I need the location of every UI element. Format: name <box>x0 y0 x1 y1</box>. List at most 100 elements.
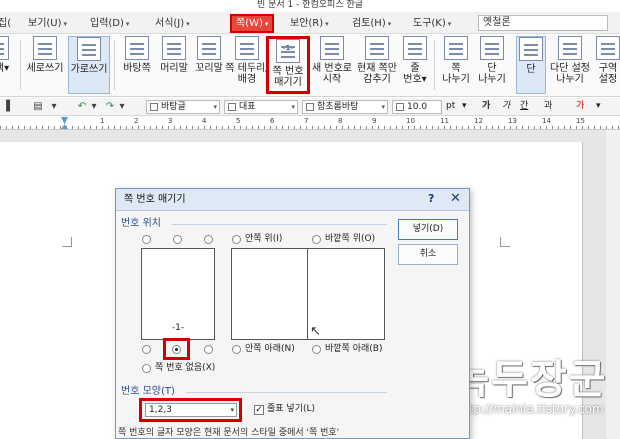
style-select[interactable]: 바탕글 ▾ <box>146 100 220 114</box>
underline-button[interactable]: 간 <box>520 100 528 113</box>
new-number-icon <box>320 36 344 60</box>
radio-left-top[interactable] <box>142 235 151 244</box>
line-number-icon <box>403 36 427 60</box>
format-toolbar: ▌ ▤ ▾ ↶ ▾ ↷ ▾ 바탕글 ▾ 대표 ▾ 함초롬바탕 ▾ 10.0 pt ▾ … <box>0 98 620 116</box>
help-icon[interactable]: ? <box>428 192 434 205</box>
page-numbering-button[interactable]: -1- 쪽 번호 매기기 <box>266 36 310 94</box>
dropdown-arrow-icon[interactable]: ▾ <box>462 100 467 113</box>
outer-bottom-label: 바깥쪽 아래(B) <box>325 344 383 354</box>
language-icon <box>228 103 236 111</box>
ribbon-separator <box>434 40 435 90</box>
italic-button[interactable]: 가 <box>502 100 510 113</box>
page-border-button[interactable]: 쪽 테두리/ 배경 <box>224 36 270 94</box>
radio-center-bottom[interactable] <box>172 345 181 354</box>
cancel-button[interactable]: 취소 <box>398 244 458 265</box>
ribbon-separator <box>114 40 115 90</box>
page-break-button[interactable]: 쪽 나누기 <box>438 36 474 94</box>
column-break-button[interactable]: 단 나누기 <box>474 36 510 94</box>
single-page-preview: -1- <box>141 248 215 340</box>
ruler-tick-label: 4 <box>202 117 207 125</box>
hide-page-icon <box>365 36 389 60</box>
column-break-icon <box>480 36 504 60</box>
ruler-tick-label: 13 <box>508 117 517 125</box>
dropdown-arrow-icon[interactable]: ▾ <box>48 101 60 112</box>
font-size-input[interactable]: 10.0 <box>392 100 442 114</box>
inner-bottom-label: 안쪽 아래(N) <box>245 344 295 354</box>
ruler-tick-label: 15 <box>576 117 585 125</box>
no-page-number-label: 쪽 번호 없음(X) <box>155 363 216 373</box>
horizontal-writing-button[interactable]: 가로쓰기 <box>68 36 110 94</box>
menu-home[interactable]: 집( <box>0 16 11 31</box>
ruler-tick-label: 14 <box>542 117 551 125</box>
radio-inner-top[interactable] <box>232 235 241 244</box>
dash-checkbox[interactable]: ✓ <box>254 405 264 415</box>
ruler-tick-label: 9 <box>372 117 377 125</box>
ruler-tick-label: 6 <box>270 117 275 125</box>
header-button[interactable]: 머리말 <box>156 36 192 94</box>
indent-marker-icon[interactable] <box>61 117 68 129</box>
crop-mark <box>500 237 510 247</box>
radio-right-bottom[interactable] <box>204 345 213 354</box>
radio-left-bottom[interactable] <box>142 345 151 354</box>
ribbon: 색▾ 세로쓰기 가로쓰기 바탕쪽 머리말 꼬리말 쪽 테두리/ 배경 -1- 쪽… <box>0 34 620 97</box>
ribbon-separator <box>20 40 21 90</box>
close-icon[interactable]: ✕ <box>450 191 461 206</box>
print-icon[interactable]: ▤ <box>32 101 44 112</box>
document-icon <box>0 36 9 60</box>
dropdown-arrow-icon: ▾ <box>213 103 217 111</box>
multi-column-button[interactable]: 다단 설정 나누기 <box>548 36 592 94</box>
undo-icon[interactable]: ↶ <box>76 101 88 112</box>
strike-button[interactable]: 과 <box>544 100 552 113</box>
ruler-tick-label: 10 <box>406 117 415 125</box>
vertical-writing-icon <box>33 36 57 60</box>
position-section-label: 번호 위치 <box>121 218 161 229</box>
radio-no-page-number[interactable] <box>142 364 151 373</box>
menu-page[interactable]: 쪽(W) ▾ <box>230 14 275 33</box>
dropdown-arrow-icon[interactable]: ▾ <box>88 101 100 112</box>
menu-tools[interactable]: 도구(K) ▾ <box>413 16 451 31</box>
radio-center-top[interactable] <box>173 235 182 244</box>
inner-top-label: 안쪽 위(I) <box>245 234 283 244</box>
columns-button[interactable]: 단 <box>516 36 546 94</box>
insert-button[interactable]: 넣기(D) <box>398 219 458 240</box>
dropdown-arrow-icon: ▾ <box>381 103 385 111</box>
horizontal-ruler[interactable]: 1 2 3 4 5 6 7 8 9 10 11 12 13 14 15 <box>0 117 620 130</box>
font-select[interactable]: 옛철론 <box>478 15 608 31</box>
radio-outer-top[interactable] <box>312 235 321 244</box>
section-icon <box>596 36 620 60</box>
radio-outer-bottom[interactable] <box>312 345 321 354</box>
menu-review[interactable]: 검토(H) ▾ <box>352 16 391 31</box>
hide-page-button[interactable]: 현재 쪽만 감추기 <box>354 36 400 94</box>
number-format-select[interactable]: 1,2,3 ▾ <box>145 403 237 417</box>
menu-insert[interactable]: 입력(D) ▾ <box>90 16 129 31</box>
vertical-writing-button[interactable]: 세로쓰기 <box>24 36 66 94</box>
window-title: 빈 문서 1 - 한컴오피스 한글 <box>256 0 364 10</box>
master-page-icon <box>125 36 149 60</box>
menu-format[interactable]: 서식(J) ▾ <box>155 16 190 31</box>
radio-right-top[interactable] <box>204 235 213 244</box>
ruler-tick-label: 12 <box>474 117 483 125</box>
section-divider <box>186 392 387 393</box>
redo-icon[interactable]: ↷ <box>104 101 116 112</box>
dropdown-arrow-icon[interactable]: ▾ <box>596 100 601 113</box>
page-number-icon: -1- <box>276 39 300 63</box>
dropdown-arrow-icon[interactable]: ▾ <box>116 101 128 112</box>
new-number-button[interactable]: 새 번호로 시작 <box>310 36 354 94</box>
footer-button[interactable]: 꼬리말 <box>192 36 226 94</box>
font-name-select[interactable]: 함초롬바탕 ▾ <box>302 100 388 114</box>
dialog-footer-note: 쪽 번호의 글자 모양은 현재 문서의 스타일 중에서 '쪽 번호' <box>118 428 340 438</box>
master-page-button[interactable]: 바탕쪽 <box>118 36 156 94</box>
ruler-tick-label: 5 <box>236 117 241 125</box>
columns-icon <box>519 37 543 61</box>
header-icon <box>162 36 186 60</box>
menu-security[interactable]: 보안(R) ▾ <box>290 16 329 31</box>
ribbon-partial-button[interactable]: 색▾ <box>0 36 12 94</box>
bold-button[interactable]: 가 <box>482 100 490 113</box>
dialog-title-bar[interactable]: 쪽 번호 매기기 ? ✕ <box>116 189 469 211</box>
line-number-button[interactable]: 줄 번호▾ <box>400 36 430 94</box>
text-color-button[interactable]: 가 <box>576 100 584 113</box>
language-select[interactable]: 대표 ▾ <box>224 100 298 114</box>
menu-view[interactable]: 보기(U) ▾ <box>28 16 67 31</box>
section-settings-button[interactable]: 구역 설정 <box>596 36 620 94</box>
radio-inner-bottom[interactable] <box>232 345 241 354</box>
